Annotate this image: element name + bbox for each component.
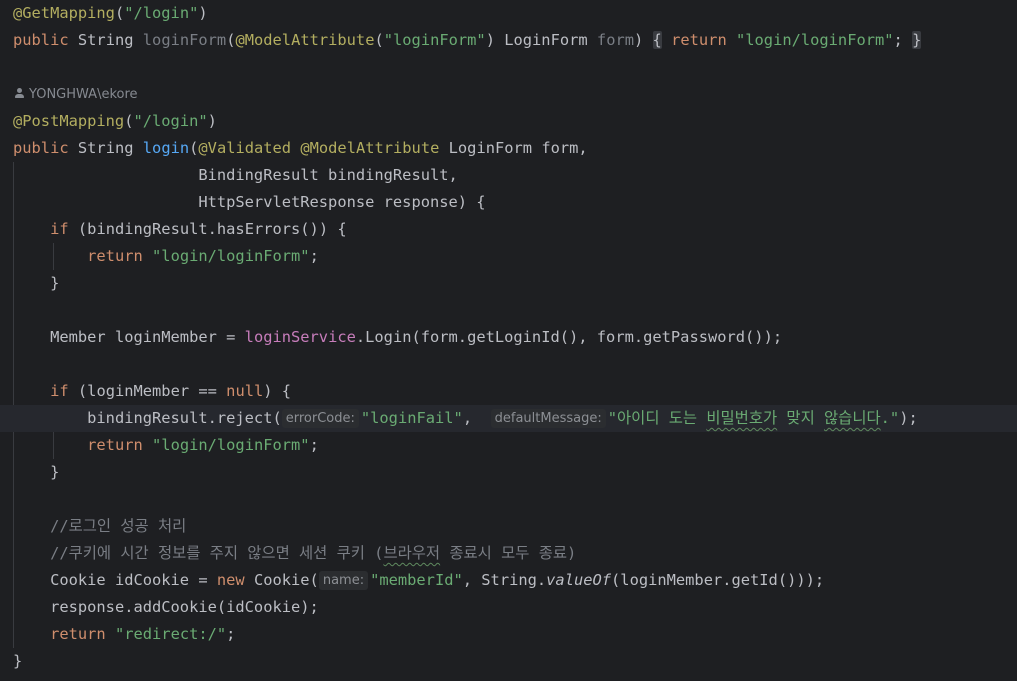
code-line-current[interactable]: bindingResult.reject(errorCode: "loginFai… [0, 405, 1017, 432]
method-call: , String. [462, 571, 547, 589]
condition: ) { [263, 382, 292, 400]
method-name: login [142, 139, 190, 157]
annotation: @PostMapping [13, 112, 125, 130]
typo-highlight: 브라우저 [383, 544, 441, 562]
parameter-hint: defaultMessage: [490, 409, 606, 428]
parameter-hint: errorCode: [281, 409, 359, 428]
code-editor[interactable]: @GetMapping("/login") public String logi… [0, 0, 1017, 681]
keyword: return [87, 247, 143, 265]
annotation: @ModelAttribute [235, 31, 375, 49]
code-line[interactable]: if (loginMember == null) { [13, 378, 291, 405]
author-name: YONGHWA\ekore [29, 87, 138, 102]
code-line[interactable]: BindingResult bindingResult, [13, 162, 458, 189]
code-line[interactable]: return "login/loginForm"; [13, 432, 319, 459]
code-line[interactable]: public String login(@Validated @ModelAtt… [13, 135, 588, 162]
annotation: @Validated [198, 139, 292, 157]
comment: //쿠키에 시간 정보를 주지 않으면 세션 쿠키 (브라우저 종료시 모두 종… [50, 544, 577, 562]
keyword: public [13, 139, 69, 157]
typo-highlight: 비밀번호가 [706, 409, 778, 427]
code-line[interactable]: @PostMapping("/login") [13, 108, 217, 135]
string-literal: "memberId" [370, 571, 463, 589]
code-line[interactable]: response.addCookie(idCookie); [13, 594, 319, 621]
code-line[interactable]: HttpServletResponse response) { [13, 189, 486, 216]
code-line[interactable]: Cookie idCookie = new Cookie(name: "membe… [13, 567, 824, 594]
string-literal: "아이디 도는 비밀번호가 맞지 않습니다." [607, 409, 900, 427]
parameter-declaration: HttpServletResponse response) { [198, 193, 486, 211]
typo-highlight: 않습니다 [824, 409, 881, 427]
condition: (bindingResult.hasErrors()) { [77, 220, 347, 238]
code-line[interactable]: } [13, 459, 59, 486]
person-icon [13, 87, 25, 99]
fold-region-end[interactable]: } [912, 31, 922, 49]
string-literal: "loginFail" [360, 409, 463, 427]
keyword: return [87, 436, 143, 454]
parameter-declaration: BindingResult bindingResult, [198, 166, 458, 184]
keyword: if [50, 220, 69, 238]
string-literal: "/login" [133, 112, 208, 130]
static-method: valueOf [546, 571, 612, 589]
keyword: return [671, 31, 727, 49]
method-name: loginForm [142, 31, 227, 49]
code-line[interactable]: @GetMapping("/login") [13, 0, 208, 27]
code-author-hint[interactable]: YONGHWA\ekore [13, 85, 138, 105]
code-line[interactable]: public String loginForm(@ModelAttribute(… [13, 27, 922, 54]
keyword: null [226, 382, 264, 400]
code-line[interactable]: return "login/loginForm"; [13, 243, 319, 270]
call-end: ); [899, 409, 918, 427]
method-call: bindingResult.reject( [87, 409, 282, 427]
closing-brace: } [13, 652, 23, 670]
parameter-hint: name: [318, 571, 369, 590]
parameter-name: form [596, 31, 634, 49]
string-literal: "login/loginForm" [736, 31, 894, 49]
code-line[interactable]: } [13, 270, 59, 297]
string-literal: "login/loginForm" [152, 436, 310, 454]
type-name: String [77, 139, 134, 157]
variable-declaration: Member loginMember = [50, 328, 245, 346]
method-call: .Login(form.getLoginId(), form.getPasswo… [355, 328, 783, 346]
string-literal: "/login" [124, 4, 199, 22]
variable-declaration: Cookie idCookie = [50, 571, 217, 589]
comment: //로그인 성공 처리 [50, 517, 187, 535]
type-name: LoginForm [504, 31, 588, 49]
condition: (loginMember == [77, 382, 227, 400]
keyword: return [50, 625, 106, 643]
closing-brace: } [50, 463, 60, 481]
parameter-name: form [541, 139, 579, 157]
code-line[interactable]: return "redirect:/"; [13, 621, 235, 648]
constructor-call: Cookie( [244, 571, 319, 589]
fold-region-start[interactable]: { [652, 31, 662, 49]
type-name: String [77, 31, 134, 49]
annotation: @ModelAttribute [300, 139, 440, 157]
code-line[interactable]: //로그인 성공 처리 [13, 513, 186, 540]
code-line[interactable]: } [13, 648, 22, 675]
code-line[interactable]: Member loginMember = loginService.Login(… [13, 324, 782, 351]
string-literal: "redirect:/" [114, 625, 227, 643]
method-call: response.addCookie(idCookie); [50, 598, 319, 616]
keyword: public [13, 31, 69, 49]
string-literal: "loginForm" [383, 31, 486, 49]
code-line[interactable]: //쿠키에 시간 정보를 주지 않으면 세션 쿠키 (브라우저 종료시 모두 종… [13, 540, 576, 567]
closing-brace: } [50, 274, 60, 292]
keyword: new [216, 571, 245, 589]
type-name: LoginForm [448, 139, 533, 157]
field-reference: loginService [244, 328, 356, 346]
code-line[interactable]: if (bindingResult.hasErrors()) { [13, 216, 347, 243]
string-literal: "login/loginForm" [152, 247, 310, 265]
annotation: @GetMapping [13, 4, 115, 22]
keyword: if [50, 382, 69, 400]
method-call: (loginMember.getId())); [611, 571, 825, 589]
